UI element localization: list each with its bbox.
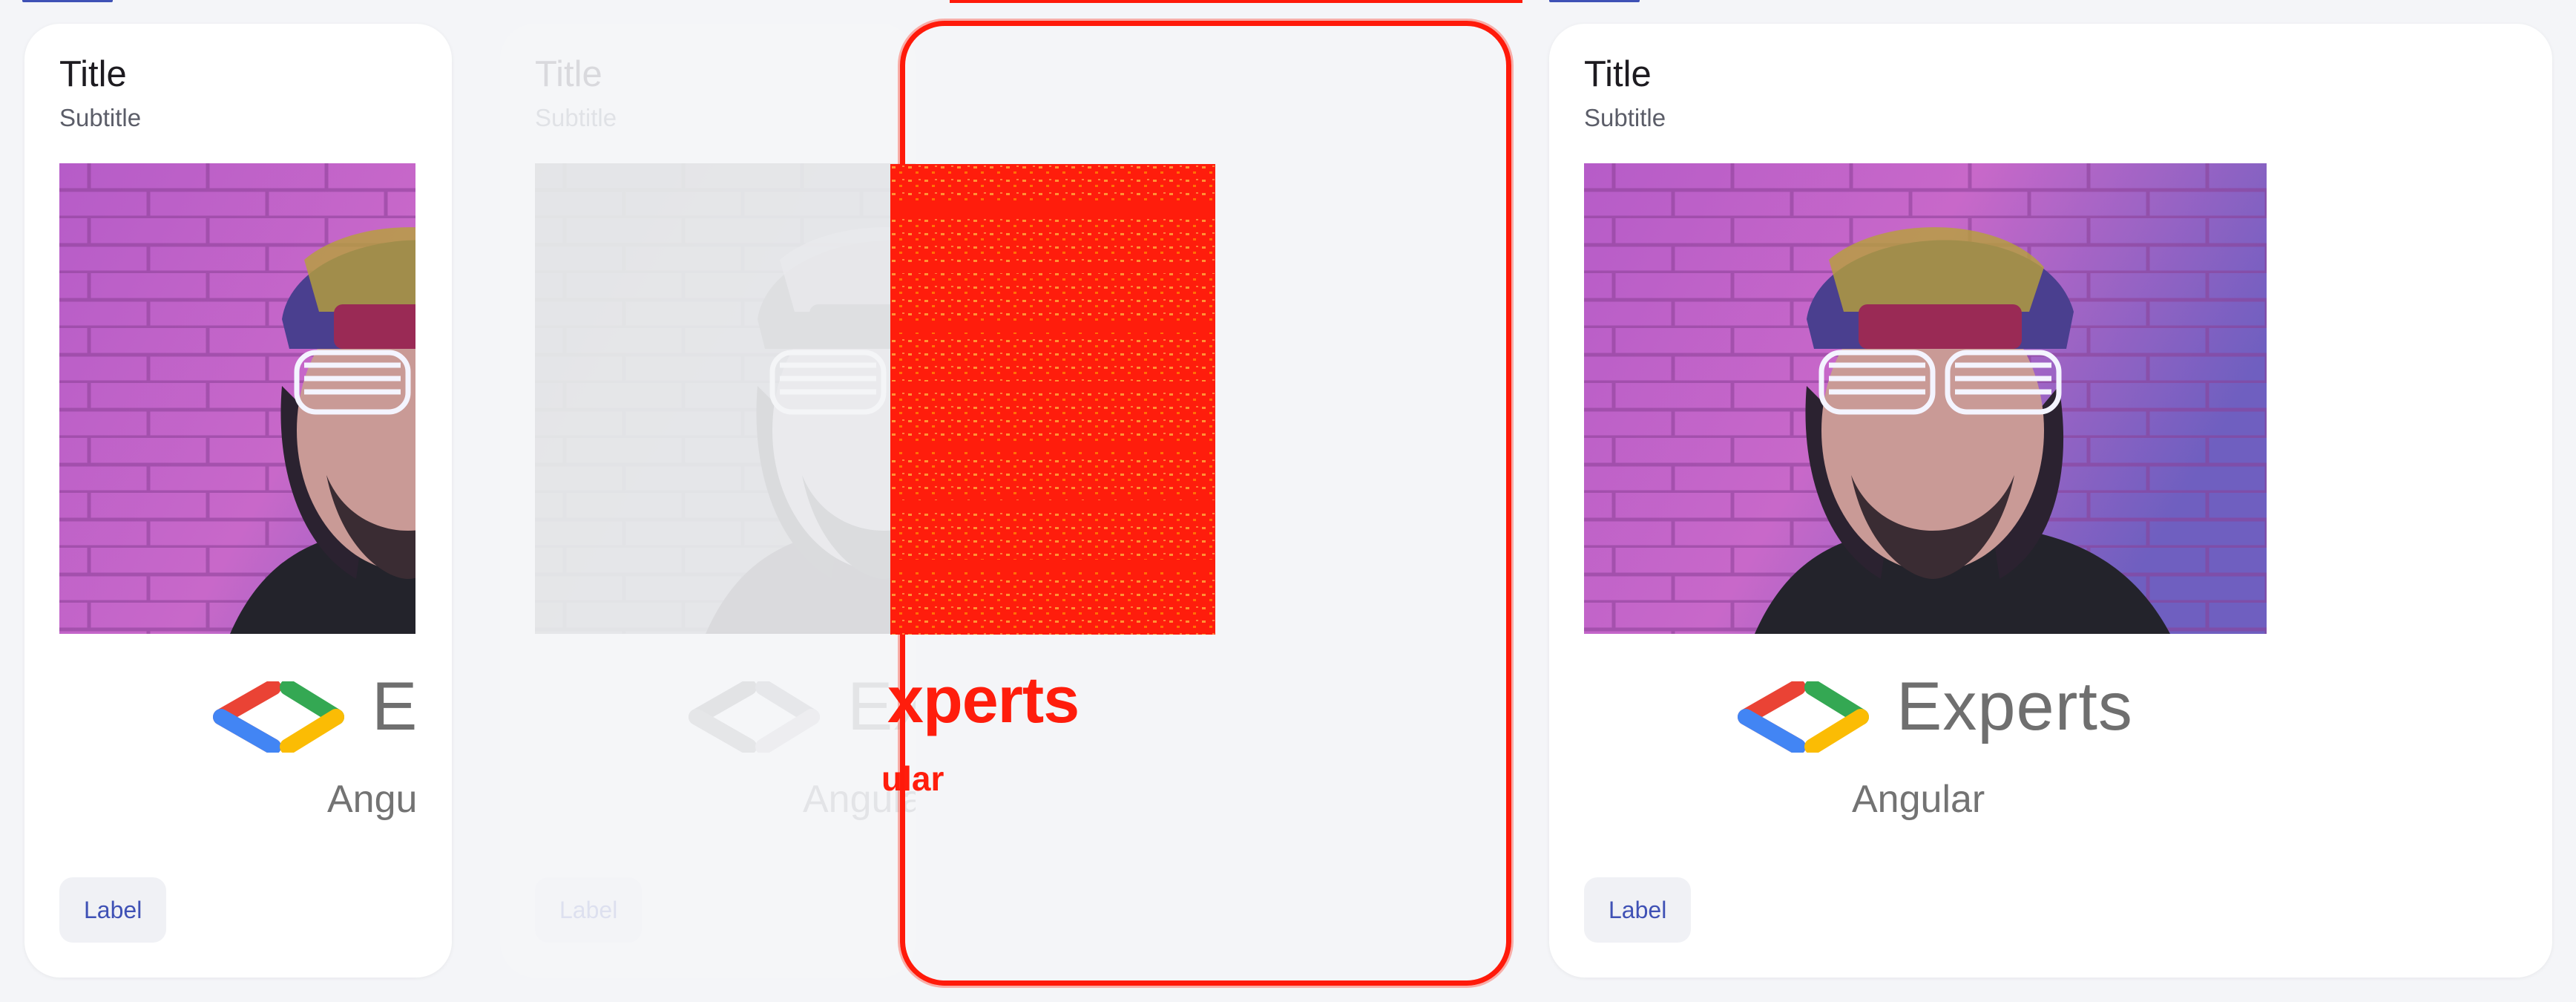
card-image bbox=[1584, 163, 2267, 634]
card-subtitle: Subtitle bbox=[535, 104, 617, 131]
developer-experts-logo-icon bbox=[206, 681, 347, 753]
red-image-block bbox=[890, 164, 1215, 635]
top-strip-right bbox=[1549, 0, 1640, 2]
brand-word: Experts bbox=[1896, 669, 2133, 744]
card-subtitle: Subtitle bbox=[1584, 104, 1666, 131]
developer-experts-logo-icon bbox=[682, 681, 823, 753]
overlay-brand-word: xperts bbox=[887, 663, 1080, 736]
card-1: Title Subtitle Experts Angular Label bbox=[24, 24, 452, 978]
card-2-ghost: Title Subtitle Experts Angular Label bbox=[500, 24, 916, 978]
top-strip-left bbox=[22, 0, 113, 2]
label-chip[interactable]: Label bbox=[59, 877, 167, 943]
card-title: Title bbox=[1584, 54, 1652, 94]
card-title: Title bbox=[59, 54, 127, 94]
overlay-brand-sub: ular bbox=[881, 759, 944, 798]
card-image bbox=[535, 163, 916, 634]
portrait-image bbox=[535, 163, 916, 634]
brand-sub: Angular bbox=[327, 778, 415, 821]
brand-banner: Experts Angular bbox=[1584, 668, 2267, 831]
overlay-top-strip bbox=[950, 0, 1522, 3]
red-noise-pattern bbox=[890, 164, 1215, 635]
label-chip[interactable]: Label bbox=[535, 877, 643, 943]
developer-experts-logo-icon bbox=[1731, 681, 1872, 753]
label-chip[interactable]: Label bbox=[1584, 877, 1692, 943]
portrait-image bbox=[1584, 163, 2267, 634]
card-3: Title Subtitle Experts Angular Label bbox=[1549, 24, 2552, 978]
portrait-image bbox=[59, 163, 415, 634]
brand-banner: Experts Angular bbox=[535, 668, 916, 831]
card-title: Title bbox=[535, 54, 602, 94]
card-image bbox=[59, 163, 415, 634]
brand-banner: Experts Angular bbox=[59, 668, 415, 831]
brand-sub: Angular bbox=[1852, 778, 1985, 821]
brand-word: Experts bbox=[372, 669, 415, 744]
card-subtitle: Subtitle bbox=[59, 104, 142, 131]
